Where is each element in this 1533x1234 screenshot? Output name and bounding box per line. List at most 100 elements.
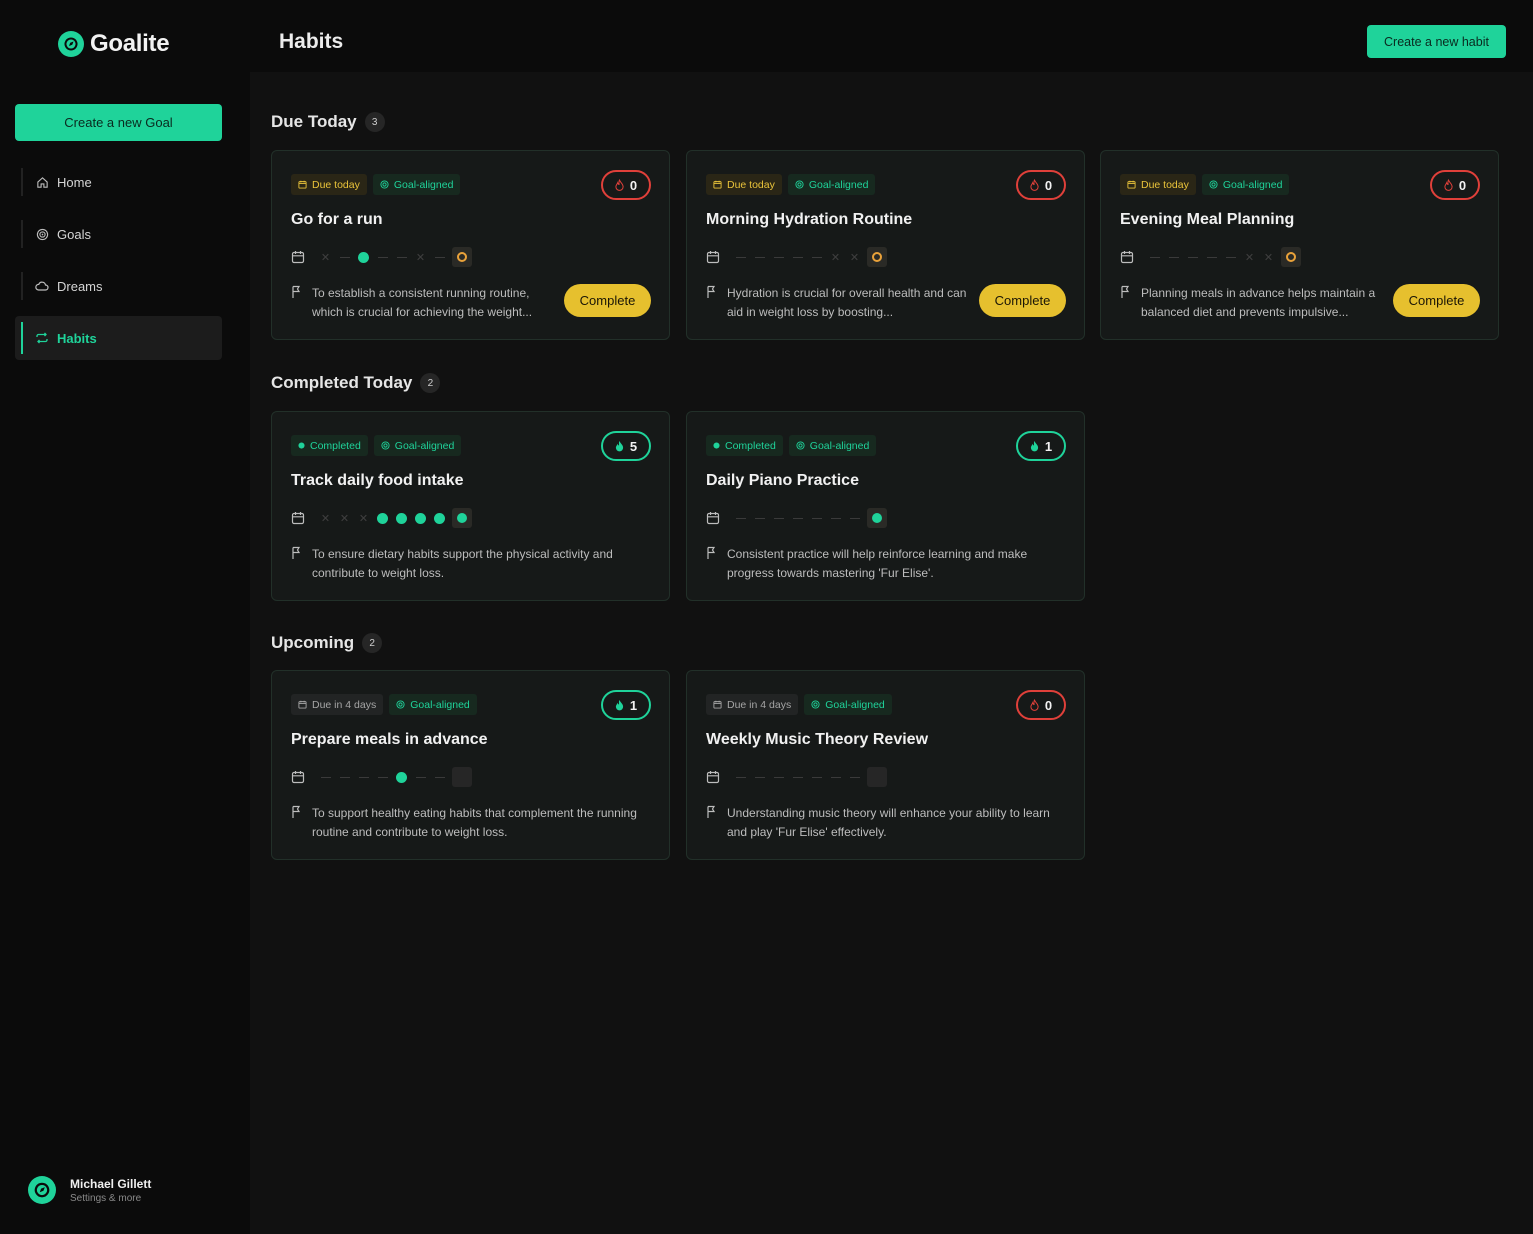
flame-icon <box>1030 699 1039 711</box>
target-icon <box>380 180 389 189</box>
history-empty-mark <box>376 247 389 267</box>
history-empty-mark <box>357 767 370 787</box>
calendar-icon <box>291 251 305 264</box>
habit-card[interactable]: Due today Goal-aligned 0 Evening Meal Pl… <box>1100 150 1499 340</box>
habit-title: Morning Hydration Routine <box>706 211 913 228</box>
streak-badge: 0 <box>1016 170 1066 200</box>
status-badge-label: Completed <box>725 439 776 452</box>
goal-aligned-badge: Goal-aligned <box>788 435 877 456</box>
habit-card[interactable]: Completed Goal-aligned 1 Daily Piano Pra… <box>686 411 1085 601</box>
flag-icon <box>707 805 716 818</box>
history-empty-mark <box>734 247 747 267</box>
habit-card[interactable]: Due in 4 days Goal-aligned 0 Weekly Musi… <box>686 670 1085 860</box>
history-missed-mark: ✕ <box>830 251 841 264</box>
user-settings-link[interactable]: Settings & more <box>70 1193 151 1204</box>
history-missed-mark: ✕ <box>320 512 331 525</box>
history-today-mark <box>452 508 472 528</box>
sidebar-item-label: Habits <box>57 330 97 346</box>
calendar-icon <box>713 700 722 709</box>
habit-description: Planning meals in advance helps maintain… <box>1141 286 1376 319</box>
complete-button[interactable]: Complete <box>564 284 651 317</box>
streak-count: 0 <box>1044 697 1053 713</box>
user-profile[interactable]: Michael Gillett Settings & more <box>28 1176 151 1204</box>
status-badge: Due today <box>706 174 782 195</box>
status-badge-label: Due today <box>1141 178 1189 191</box>
habit-history-track: ✕ ✕ <box>291 247 472 267</box>
habit-card[interactable]: Due today Goal-aligned 0 Morning Hydrati… <box>686 150 1085 340</box>
status-dot-icon <box>298 442 305 449</box>
habit-title: Evening Meal Planning <box>1120 211 1295 228</box>
calendar-icon <box>291 771 305 784</box>
habit-history-track <box>706 508 887 528</box>
history-missed-mark: ✕ <box>358 512 369 525</box>
create-goal-button[interactable]: Create a new Goal <box>15 104 222 141</box>
habit-card[interactable]: Due in 4 days Goal-aligned 1 Prepare mea… <box>271 670 670 860</box>
complete-button[interactable]: Complete <box>1393 284 1480 317</box>
section-title-completed-today: Completed Today 2 <box>271 373 441 393</box>
flag-icon <box>292 805 301 818</box>
sidebar-item-label: Goals <box>57 226 91 242</box>
status-badge: Due today <box>1120 174 1196 195</box>
sidebar-item-label: Dreams <box>57 278 103 294</box>
history-missed-mark: ✕ <box>1263 251 1274 264</box>
sidebar-item-goals[interactable]: Goals <box>15 212 222 256</box>
logo-icon <box>58 31 84 57</box>
goal-aligned-badge: Goal-aligned <box>373 435 462 456</box>
flame-icon <box>615 441 623 452</box>
habit-history-track: ✕ ✕ ✕ <box>291 508 472 528</box>
target-icon <box>396 700 405 709</box>
calendar-icon <box>706 512 720 525</box>
flag-icon <box>1121 285 1130 298</box>
habit-title: Track daily food intake <box>291 472 464 489</box>
flame-icon <box>1444 179 1453 191</box>
app-logo[interactable]: Goalite <box>58 30 170 58</box>
flag-icon <box>707 285 716 298</box>
status-badge-label: Due today <box>727 178 775 191</box>
status-badge: Due today <box>291 174 367 195</box>
habit-card[interactable]: Completed Goal-aligned 5 Track daily foo… <box>271 411 670 601</box>
history-today-mark <box>452 247 472 267</box>
calendar-icon <box>298 180 307 189</box>
section-count-badge: 2 <box>420 373 441 393</box>
status-dot-icon <box>713 442 720 449</box>
status-badge: Completed <box>706 435 783 456</box>
habit-card[interactable]: Due today Goal-aligned 0 Go for a run ✕ … <box>271 150 670 340</box>
main-content: Due Today 3 Due today Goal-aligned 0 Go … <box>250 72 1533 1234</box>
history-empty-mark <box>433 247 446 267</box>
history-today-mark <box>1281 247 1301 267</box>
sidebar-item-dreams[interactable]: Dreams <box>15 264 222 308</box>
complete-button[interactable]: Complete <box>979 284 1066 317</box>
create-habit-button[interactable]: Create a new habit <box>1367 25 1506 58</box>
flag-icon <box>292 285 301 298</box>
cloud-icon <box>35 279 49 293</box>
goal-aligned-label: Goal-aligned <box>809 439 870 452</box>
sidebar-item-home[interactable]: Home <box>15 160 222 204</box>
calendar-icon <box>1127 180 1136 189</box>
history-empty-mark <box>376 767 389 787</box>
goal-aligned-label: Goal-aligned <box>410 698 470 711</box>
goal-aligned-badge: Goal-aligned <box>389 694 477 715</box>
sidebar-item-habits[interactable]: Habits <box>15 316 222 360</box>
streak-badge: 0 <box>1016 690 1066 720</box>
goal-aligned-badge: Goal-aligned <box>787 174 876 195</box>
history-empty-mark <box>414 767 427 787</box>
streak-count: 1 <box>629 697 638 713</box>
habit-title: Prepare meals in advance <box>291 731 488 748</box>
history-done-mark <box>395 508 408 528</box>
target-icon <box>381 441 390 450</box>
history-empty-mark <box>1186 247 1199 267</box>
history-empty-mark <box>753 508 766 528</box>
habit-title: Weekly Music Theory Review <box>706 731 929 748</box>
calendar-icon <box>291 512 305 525</box>
section-title-text: Due Today <box>271 112 357 131</box>
flame-icon <box>615 700 623 711</box>
history-empty-mark <box>829 767 842 787</box>
history-empty-mark <box>829 508 842 528</box>
goal-aligned-label: Goal-aligned <box>394 439 455 452</box>
goal-aligned-badge: Goal-aligned <box>372 174 461 195</box>
status-badge: Due in 4 days <box>706 694 799 715</box>
history-empty-mark <box>1205 247 1218 267</box>
history-empty-mark <box>848 508 861 528</box>
history-empty-mark <box>1148 247 1161 267</box>
target-icon <box>795 180 804 189</box>
